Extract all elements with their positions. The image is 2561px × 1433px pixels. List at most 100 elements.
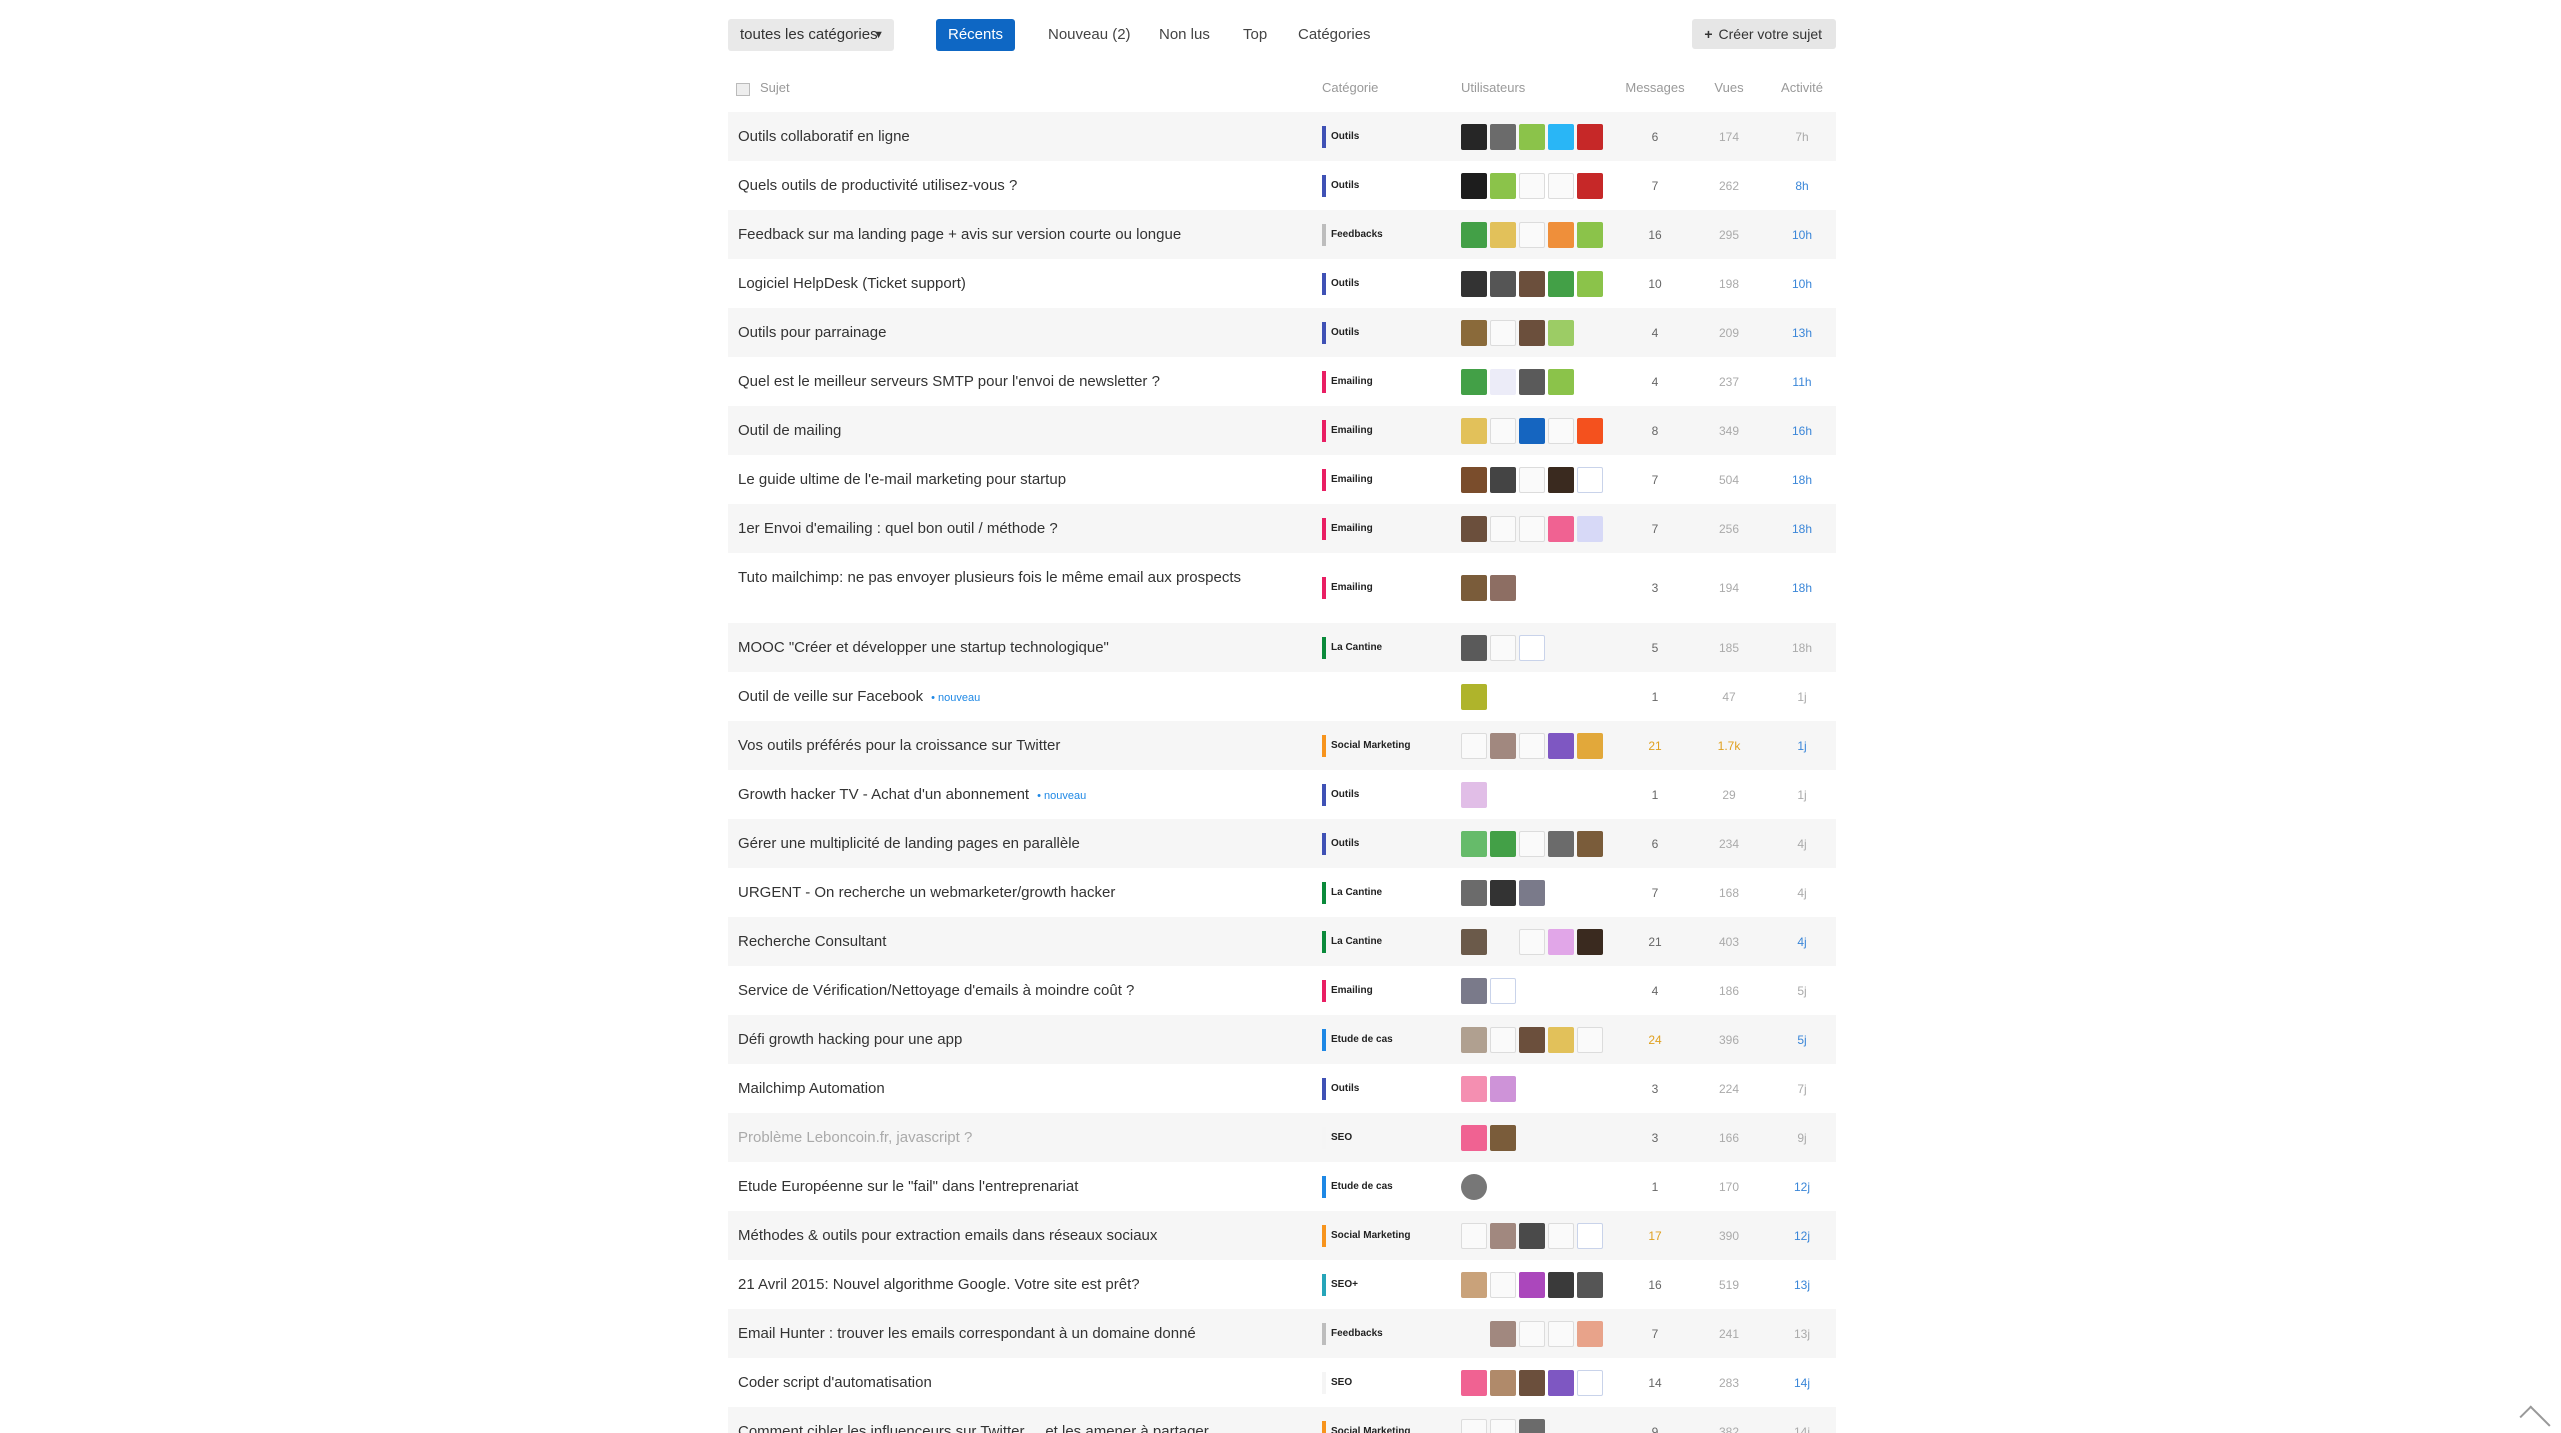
user-avatar[interactable]	[1461, 1271, 1487, 1298]
topic-title-text[interactable]: Etude Européenne sur le "fail" dans l'en…	[738, 1178, 1078, 1195]
user-avatar[interactable]	[1461, 221, 1487, 248]
category-badge[interactable]: Emailing	[1322, 517, 1373, 540]
header-views[interactable]: Vues	[1694, 80, 1764, 95]
user-avatar[interactable]	[1519, 1222, 1545, 1249]
user-avatar[interactable]	[1519, 879, 1545, 906]
last-activity[interactable]: 4j	[1768, 935, 1836, 949]
message-count[interactable]: 21	[1617, 935, 1693, 949]
message-count[interactable]: 16	[1617, 1278, 1693, 1292]
message-count[interactable]: 24	[1617, 1033, 1693, 1047]
category-badge[interactable]: Emailing	[1322, 419, 1373, 442]
user-avatar[interactable]	[1577, 515, 1603, 542]
last-activity[interactable]: 13j	[1768, 1278, 1836, 1292]
last-activity[interactable]: 4j	[1768, 837, 1836, 851]
user-avatar[interactable]	[1490, 1222, 1516, 1249]
category-badge[interactable]: Outils	[1322, 1077, 1359, 1100]
topic-row[interactable]: Outil de veille sur Facebook • nouveau 1 47…	[728, 672, 1836, 721]
user-avatar[interactable]	[1519, 221, 1545, 248]
topic-title-link[interactable]: Mailchimp Automation	[738, 1079, 1258, 1099]
topic-title-text[interactable]: 21 Avril 2015: Nouvel algorithme Google.…	[738, 1276, 1140, 1293]
user-avatar[interactable]	[1490, 1124, 1516, 1151]
category-badge[interactable]: Feedbacks	[1322, 223, 1383, 246]
user-avatar[interactable]	[1577, 1222, 1603, 1249]
last-activity[interactable]: 10h	[1768, 277, 1836, 291]
topic-row[interactable]: Vos outils préférés pour la croissance s…	[728, 721, 1836, 770]
topic-title-link[interactable]: Etude Européenne sur le "fail" dans l'en…	[738, 1177, 1258, 1197]
message-count[interactable]: 4	[1617, 984, 1693, 998]
message-count[interactable]: 6	[1617, 130, 1693, 144]
user-avatar[interactable]	[1490, 1418, 1516, 1433]
topic-title-text[interactable]: Growth hacker TV - Achat d'un abonnement	[738, 786, 1029, 803]
last-activity[interactable]: 16h	[1768, 424, 1836, 438]
topic-title-text[interactable]: 1er Envoi d'emailing : quel bon outil / …	[738, 520, 1058, 537]
user-avatar[interactable]	[1519, 270, 1545, 297]
topic-title-text[interactable]: Défi growth hacking pour une app	[738, 1031, 962, 1048]
user-avatar[interactable]	[1490, 368, 1516, 395]
category-badge[interactable]: Outils	[1322, 321, 1359, 344]
user-avatar[interactable]	[1461, 466, 1487, 493]
user-avatar[interactable]	[1577, 270, 1603, 297]
create-topic-button[interactable]: + Créer votre sujet	[1692, 19, 1836, 49]
user-avatar[interactable]	[1519, 1369, 1545, 1396]
user-avatar[interactable]	[1461, 1418, 1487, 1433]
user-avatar[interactable]	[1490, 123, 1516, 150]
user-avatar[interactable]	[1490, 515, 1516, 542]
topic-row[interactable]: Logiciel HelpDesk (Ticket support) Outils…	[728, 259, 1836, 308]
topic-row[interactable]: Recherche Consultant La Cantine 21 403 4j	[728, 917, 1836, 966]
header-activity[interactable]: Activité	[1768, 80, 1836, 95]
topic-row[interactable]: Feedback sur ma landing page + avis sur …	[728, 210, 1836, 259]
message-count[interactable]: 9	[1617, 1425, 1693, 1433]
last-activity[interactable]: 1j	[1768, 739, 1836, 753]
user-avatar[interactable]	[1577, 1369, 1603, 1396]
topic-row[interactable]: Quels outils de productivité utilisez-vo…	[728, 161, 1836, 210]
topic-title-link[interactable]: Tuto mailchimp: ne pas envoyer plusieurs…	[738, 568, 1258, 588]
category-badge[interactable]: Emailing	[1322, 577, 1373, 599]
user-avatar[interactable]	[1577, 172, 1603, 199]
user-avatar[interactable]	[1490, 830, 1516, 857]
user-avatar[interactable]	[1519, 634, 1545, 661]
last-activity[interactable]: 7h	[1768, 130, 1836, 144]
category-badge[interactable]: SEO	[1322, 1126, 1352, 1149]
message-count[interactable]: 1	[1617, 788, 1693, 802]
message-count[interactable]: 7	[1617, 179, 1693, 193]
topic-title-text[interactable]: Quels outils de productivité utilisez-vo…	[738, 177, 1017, 194]
user-avatar[interactable]	[1490, 1271, 1516, 1298]
user-avatar[interactable]	[1577, 1271, 1603, 1298]
topic-row[interactable]: Outil de mailing Emailing 8 349 16h	[728, 406, 1836, 455]
category-badge[interactable]: Social Marketing	[1322, 734, 1410, 757]
user-avatar[interactable]	[1461, 1124, 1487, 1151]
user-avatar[interactable]	[1577, 928, 1603, 955]
topic-title-text[interactable]: MOOC "Créer et développer une startup te…	[738, 639, 1109, 656]
topic-row[interactable]: Méthodes & outils pour extraction emails…	[728, 1211, 1836, 1260]
user-avatar[interactable]	[1490, 1075, 1516, 1102]
topic-row[interactable]: Défi growth hacking pour une app Etude de…	[728, 1015, 1836, 1064]
topic-title-link[interactable]: Quel est le meilleur serveurs SMTP pour …	[738, 372, 1258, 392]
user-avatar[interactable]	[1490, 732, 1516, 759]
user-avatar[interactable]	[1548, 1369, 1574, 1396]
last-activity[interactable]: 7j	[1768, 1082, 1836, 1096]
topic-title-link[interactable]: Outils pour parrainage	[738, 323, 1258, 343]
topic-title-text[interactable]: Service de Vérification/Nettoyage d'emai…	[738, 982, 1134, 999]
topic-title-link[interactable]: Recherche Consultant	[738, 932, 1258, 952]
last-activity[interactable]: 13h	[1768, 326, 1836, 340]
user-avatar[interactable]	[1519, 1026, 1545, 1053]
topic-title-text[interactable]: Outils pour parrainage	[738, 324, 886, 341]
last-activity[interactable]: 4j	[1768, 886, 1836, 900]
topic-row[interactable]: Etude Européenne sur le "fail" dans l'en…	[728, 1162, 1836, 1211]
user-avatar[interactable]	[1519, 1418, 1545, 1433]
user-avatar[interactable]	[1577, 417, 1603, 444]
last-activity[interactable]: 13j	[1768, 1327, 1836, 1341]
topic-title-text[interactable]: Email Hunter : trouver les emails corres…	[738, 1325, 1196, 1342]
user-avatar[interactable]	[1519, 830, 1545, 857]
user-avatar[interactable]	[1461, 977, 1487, 1004]
topic-row[interactable]: Le guide ultime de l'e-mail marketing po…	[728, 455, 1836, 504]
user-avatar[interactable]	[1519, 1320, 1545, 1347]
message-count[interactable]: 5	[1617, 641, 1693, 655]
last-activity[interactable]: 10h	[1768, 228, 1836, 242]
topic-title-link[interactable]: Quels outils de productivité utilisez-vo…	[738, 176, 1258, 196]
topic-row[interactable]: Tuto mailchimp: ne pas envoyer plusieurs…	[728, 553, 1836, 623]
user-avatar[interactable]	[1490, 319, 1516, 346]
message-count[interactable]: 7	[1617, 522, 1693, 536]
tab-unread[interactable]: Non lus	[1147, 19, 1222, 51]
user-avatar[interactable]	[1519, 928, 1545, 955]
